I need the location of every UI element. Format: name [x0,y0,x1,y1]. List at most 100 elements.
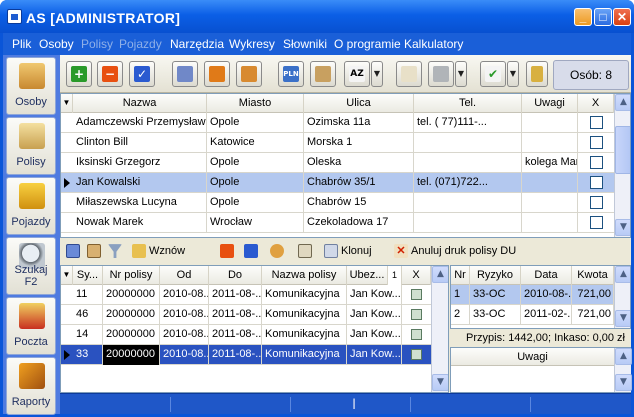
currency-button[interactable]: PLN [278,61,304,87]
column-menu-icon[interactable]: ▼ [61,94,73,113]
title-bar[interactable]: AS [ADMINISTRATOR] _ □ ✕ [0,0,634,33]
approve-dropdown-button[interactable]: ▼ [507,61,519,87]
installment-row[interactable]: 1 33-OC 2010-08-... 721,00 [451,285,630,305]
installments-scrollbar[interactable]: ▲ ▼ [614,266,630,328]
scroll-up-icon[interactable]: ▲ [432,266,448,283]
sidebar-item-osoby[interactable]: Osoby [6,57,56,115]
installment-row[interactable]: 2 33-OC 2011-02-... 721,00 [451,305,630,325]
person-row[interactable]: Nowak Marek Wrocław Czekoladowa 17 [61,213,630,233]
person-policy-button[interactable] [270,242,287,261]
person-row[interactable]: Jan Kowalski Opole Chabrów 35/1 tel. (071)7… [61,173,630,193]
close-button[interactable]: ✕ [613,8,631,26]
row-checkbox[interactable] [590,216,603,229]
mail-button[interactable] [396,61,422,87]
menu-plik[interactable]: Plik [12,37,31,51]
scroll-down-icon[interactable]: ▼ [615,310,630,327]
row-checkbox[interactable] [411,349,422,360]
column-header[interactable]: X [402,266,431,285]
sort-button[interactable]: AZ [344,61,370,87]
column-header[interactable]: Uwagi [522,94,578,113]
column-header[interactable]: Ryzyko [470,266,521,285]
maximize-button[interactable]: □ [594,8,612,26]
delete-policy-button[interactable] [220,242,237,261]
delete-button[interactable]: − [97,61,123,87]
menu-o-programie[interactable]: O programie [334,37,401,51]
scroll-up-icon[interactable]: ▲ [615,94,630,111]
row-checkbox[interactable] [590,156,603,169]
row-checkbox[interactable] [590,116,603,129]
menu-narzędzia[interactable]: Narzędzia [170,37,224,51]
policy-row[interactable]: 46 20000000 2010-08... 2011-08-... Komunikac… [61,305,448,325]
sort-order-badge[interactable]: 1 [388,266,402,285]
resume-button[interactable]: Wznów [132,242,185,261]
menu-wykresy[interactable]: Wykresy [229,37,275,51]
sidebar-item-szukaj[interactable]: Szukaj F2 [6,237,56,295]
person-view-button[interactable] [87,242,104,261]
confirm-policy-button[interactable] [244,242,261,261]
column-header[interactable]: X [578,94,614,113]
column-header[interactable]: Kwota [572,266,614,285]
row-checkbox[interactable] [590,196,603,209]
persons-grid: ▼ Nazwa Miasto Ulica Tel. Uwagi X Adamczewski… [60,93,631,238]
person-row[interactable]: Clinton Bill Katowice Morska 1 [61,133,630,153]
cancel-print-button[interactable]: ✕ Anuluj druk polisy DU [394,242,516,261]
scroll-down-icon[interactable]: ▼ [615,219,630,236]
cell-nazwa: Iksinski Grzegorz [73,153,207,173]
column-header[interactable]: Tel. [414,94,522,113]
column-header[interactable]: Data [521,266,572,285]
column-header[interactable]: Nazwa polisy [262,266,347,285]
scroll-up-icon[interactable]: ▲ [615,266,630,283]
policies-scrollbar[interactable]: ▲ ▼ [431,266,448,392]
key-button[interactable] [526,61,548,87]
scroll-down-icon[interactable]: ▼ [432,374,448,391]
row-checkbox[interactable] [411,289,422,300]
column-header[interactable]: Ulica [304,94,414,113]
print-button[interactable] [428,61,454,87]
column-menu-icon[interactable]: ▼ [61,266,73,285]
menu-kalkulatory[interactable]: Kalkulatory [404,37,463,51]
clone-button[interactable]: Klonuj [324,242,372,261]
document-button[interactable] [298,242,315,261]
scroll-up-icon[interactable]: ▲ [615,348,632,365]
person-row[interactable]: Miłaszewska Lucyna Opole Chabrów 15 [61,193,630,213]
menu-słowniki[interactable]: Słowniki [283,37,327,51]
policy-row[interactable]: 11 20000000 2010-08... 2011-08-... Komunikac… [61,285,448,305]
menu-osoby[interactable]: Osoby [39,37,74,51]
column-header[interactable]: Nazwa [73,94,207,113]
minimize-button[interactable]: _ [574,8,592,26]
column-header[interactable]: Ubez... [347,266,388,285]
sidebar-item-poczta[interactable]: Poczta [6,297,56,355]
policy-row[interactable]: 33 20000000 2010-08... 2011-08-... Komunikac… [61,345,448,365]
add-button[interactable]: + [66,61,92,87]
home-button[interactable] [236,61,262,87]
notes-scrollbar[interactable]: ▲ ▼ [614,348,632,392]
column-header[interactable]: Nr [451,266,470,285]
person-row[interactable]: Adamczewski Przemysław Opole Ozimska 11a te… [61,113,630,133]
filter-button[interactable] [108,242,125,261]
approve-button[interactable]: ✔ [480,61,506,87]
row-checkbox[interactable] [590,136,603,149]
sort-dropdown-button[interactable]: ▼ [371,61,383,87]
print-dropdown-button[interactable]: ▼ [455,61,467,87]
policy-row[interactable]: 14 20000000 2010-08... 2011-08-... Komunikac… [61,325,448,345]
row-checkbox[interactable] [411,309,422,320]
scroll-down-icon[interactable]: ▼ [615,374,632,391]
sidebar-item-raporty[interactable]: Raporty [6,357,56,415]
grid-view-button[interactable] [66,242,83,261]
row-checkbox[interactable] [590,176,603,189]
vehicle-button[interactable] [204,61,230,87]
sidebar-item-pojazdy[interactable]: Pojazdy [6,177,56,235]
column-header[interactable]: Nr polisy [103,266,160,285]
scroll-thumb[interactable] [615,126,630,174]
row-checkbox[interactable] [411,329,422,340]
confirm-button[interactable]: ✓ [129,61,155,87]
column-header[interactable]: Od [160,266,209,285]
sidebar-item-polisy[interactable]: Polisy [6,117,56,175]
contact-card-button[interactable] [310,61,336,87]
persons-scrollbar[interactable]: ▲ ▼ [614,94,630,237]
column-header[interactable]: Sy... [73,266,103,285]
column-header[interactable]: Do [209,266,262,285]
column-header[interactable]: Miasto [207,94,304,113]
person-row[interactable]: Iksinski GrzegorzOpoleOleska kolega Marka [61,153,630,173]
calculator-button[interactable] [172,61,198,87]
